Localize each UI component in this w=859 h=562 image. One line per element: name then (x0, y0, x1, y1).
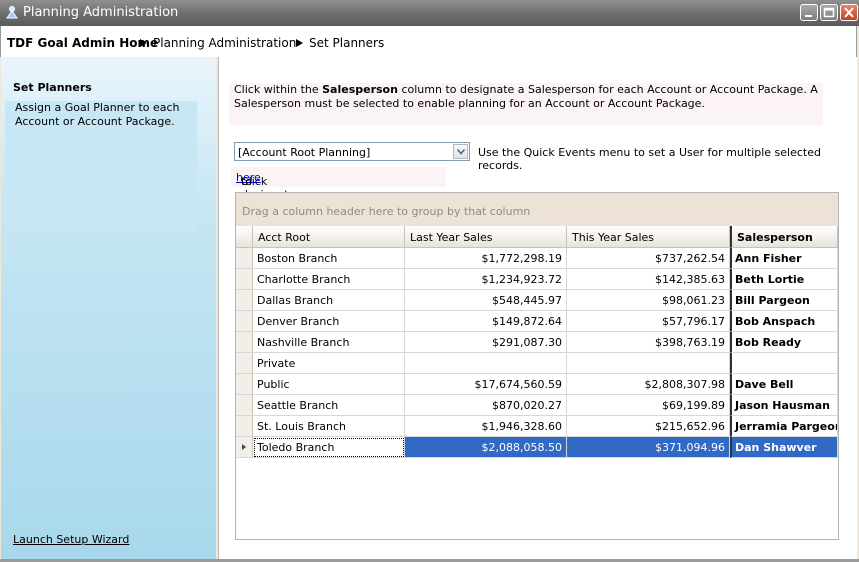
this-year-sales-cell[interactable]: $142,385.63 (567, 269, 730, 290)
minimize-button[interactable] (800, 4, 818, 21)
current-row-arrow-icon (242, 444, 246, 450)
minimize-icon (805, 15, 812, 17)
row-indicator[interactable] (236, 290, 253, 311)
row-indicator[interactable] (236, 353, 253, 374)
last-year-sales-cell[interactable]: $1,234,923.72 (405, 269, 567, 290)
column-header-this-year-sales[interactable]: This Year Sales (567, 226, 730, 248)
column-header-salesperson[interactable]: Salesperson (730, 226, 838, 248)
salesperson-cell[interactable]: Bob Anspach (730, 311, 838, 332)
this-year-sales-cell[interactable]: $2,808,307.98 (567, 374, 730, 395)
acct-root-cell[interactable]: Nashville Branch (253, 332, 405, 353)
row-indicator[interactable] (236, 311, 253, 332)
last-year-sales-cell[interactable]: $149,872.64 (405, 311, 567, 332)
this-year-sales-cell[interactable]: $57,796.17 (567, 311, 730, 332)
last-year-sales-cell[interactable]: $870,020.27 (405, 395, 567, 416)
salesperson-cell[interactable]: Jerramia Pargeon (730, 416, 838, 437)
close-icon (844, 7, 854, 18)
breadcrumb-arrow-icon (140, 39, 147, 47)
salesperson-emphasis: Salesperson (322, 83, 398, 96)
this-year-sales-cell[interactable]: $69,199.89 (567, 395, 730, 416)
app-icon (6, 6, 18, 19)
row-indicator[interactable] (236, 248, 253, 269)
planners-grid: Drag a column header here to group by th… (235, 192, 839, 540)
this-year-sales-cell[interactable]: $215,652.96 (567, 416, 730, 437)
acct-root-cell[interactable]: Denver Branch (253, 311, 405, 332)
table-row[interactable]: Private (236, 353, 838, 374)
table-row[interactable]: St. Louis Branch $1,946,328.60 $215,652.96… (236, 416, 838, 437)
row-indicator[interactable] (236, 437, 253, 458)
acct-root-cell[interactable]: Public (253, 374, 405, 395)
this-year-sales-cell[interactable]: $98,061.23 (567, 290, 730, 311)
planning-level-dropdown[interactable]: [Account Root Planning] (234, 142, 470, 161)
breadcrumb-planning-admin[interactable]: Planning Administration (153, 36, 296, 50)
instructions-text: Click within the Salesperson column to d… (229, 83, 823, 125)
row-indicator[interactable] (236, 269, 253, 290)
table-row[interactable]: Nashville Branch $291,087.30 $398,763.19 Bo… (236, 332, 838, 353)
column-header-last-year-sales[interactable]: Last Year Sales (405, 226, 567, 248)
row-indicator[interactable] (236, 374, 253, 395)
sidebar-title: Set Planners (13, 81, 92, 94)
table-row[interactable]: Public $17,674,560.59 $2,808,307.98 Dave Be… (236, 374, 838, 395)
table-row[interactable]: Dallas Branch $548,445.97 $98,061.23 Bill P… (236, 290, 838, 311)
salesperson-cell[interactable] (730, 353, 838, 374)
row-indicator-header (236, 226, 253, 248)
salesperson-cell[interactable]: Dave Bell (730, 374, 838, 395)
acct-root-cell[interactable]: Dallas Branch (253, 290, 405, 311)
salesperson-cell[interactable]: Beth Lortie (730, 269, 838, 290)
maximize-button[interactable] (820, 4, 838, 21)
acct-root-cell[interactable]: Toledo Branch (253, 437, 405, 458)
acct-root-cell[interactable]: St. Louis Branch (253, 416, 405, 437)
breadcrumb-home[interactable]: TDF Goal Admin Home (7, 36, 158, 50)
table-row[interactable]: Charlotte Branch $1,234,923.72 $142,385.63… (236, 269, 838, 290)
quick-events-hint: Use the Quick Events menu to set a User … (478, 146, 821, 172)
planning-level-value: [Account Root Planning] (238, 146, 371, 159)
launch-setup-wizard-link[interactable]: Launch Setup Wizard (13, 533, 129, 546)
last-year-sales-cell[interactable]: $1,772,298.19 (405, 248, 567, 269)
chevron-down-icon (457, 149, 465, 155)
table-row[interactable]: Toledo Branch $2,088,058.50 $371,094.96 Dan… (236, 437, 838, 458)
this-year-sales-cell[interactable]: $398,763.19 (567, 332, 730, 353)
last-year-sales-cell[interactable]: $17,674,560.59 (405, 374, 567, 395)
sidebar-description: Assign a Goal Planner to each Account or… (5, 101, 197, 233)
key-account-line: Click here to designate a Key Account Fi… (231, 167, 446, 240)
salesperson-cell[interactable]: Bob Ready (730, 332, 838, 353)
table-row[interactable]: Boston Branch $1,772,298.19 $737,262.54 Ann… (236, 248, 838, 269)
this-year-sales-cell[interactable] (567, 353, 730, 374)
group-by-area[interactable]: Drag a column header here to group by th… (236, 193, 838, 226)
acct-root-cell[interactable]: Boston Branch (253, 248, 405, 269)
sidebar: Set Planners Assign a Goal Planner to ea… (1, 57, 216, 559)
salesperson-cell[interactable]: Dan Shawver (730, 437, 838, 458)
breadcrumb-set-planners: Set Planners (309, 36, 385, 50)
column-header-acct-root[interactable]: Acct Root (253, 226, 405, 248)
last-year-sales-cell[interactable]: $291,087.30 (405, 332, 567, 353)
title-bar: Planning Administration (0, 0, 859, 26)
last-year-sales-cell[interactable]: $548,445.97 (405, 290, 567, 311)
row-indicator[interactable] (236, 332, 253, 353)
salesperson-cell[interactable]: Ann Fisher (730, 248, 838, 269)
acct-root-cell[interactable]: Private (253, 353, 405, 374)
last-year-sales-cell[interactable]: $2,088,058.50 (405, 437, 567, 458)
close-button[interactable] (840, 4, 858, 21)
table-row[interactable]: Denver Branch $149,872.64 $57,796.17 Bob An… (236, 311, 838, 332)
last-year-sales-cell[interactable]: $1,946,328.60 (405, 416, 567, 437)
dropdown-button[interactable] (453, 144, 468, 159)
table-row[interactable]: Seattle Branch $870,020.27 $69,199.89 Jason… (236, 395, 838, 416)
row-indicator[interactable] (236, 416, 253, 437)
window-title: Planning Administration (23, 5, 179, 20)
last-year-sales-cell[interactable] (405, 353, 567, 374)
acct-root-cell[interactable]: Charlotte Branch (253, 269, 405, 290)
this-year-sales-cell[interactable]: $737,262.54 (567, 248, 730, 269)
salesperson-cell[interactable]: Jason Hausman (730, 395, 838, 416)
salesperson-cell[interactable]: Bill Pargeon (730, 290, 838, 311)
this-year-sales-cell[interactable]: $371,094.96 (567, 437, 730, 458)
row-indicator[interactable] (236, 395, 253, 416)
breadcrumb-arrow-icon (296, 39, 303, 47)
acct-root-cell[interactable]: Seattle Branch (253, 395, 405, 416)
breadcrumb: TDF Goal Admin Home Planning Administrat… (0, 26, 857, 57)
main-panel: Click within the Salesperson column to d… (218, 57, 857, 559)
maximize-icon (823, 7, 835, 18)
